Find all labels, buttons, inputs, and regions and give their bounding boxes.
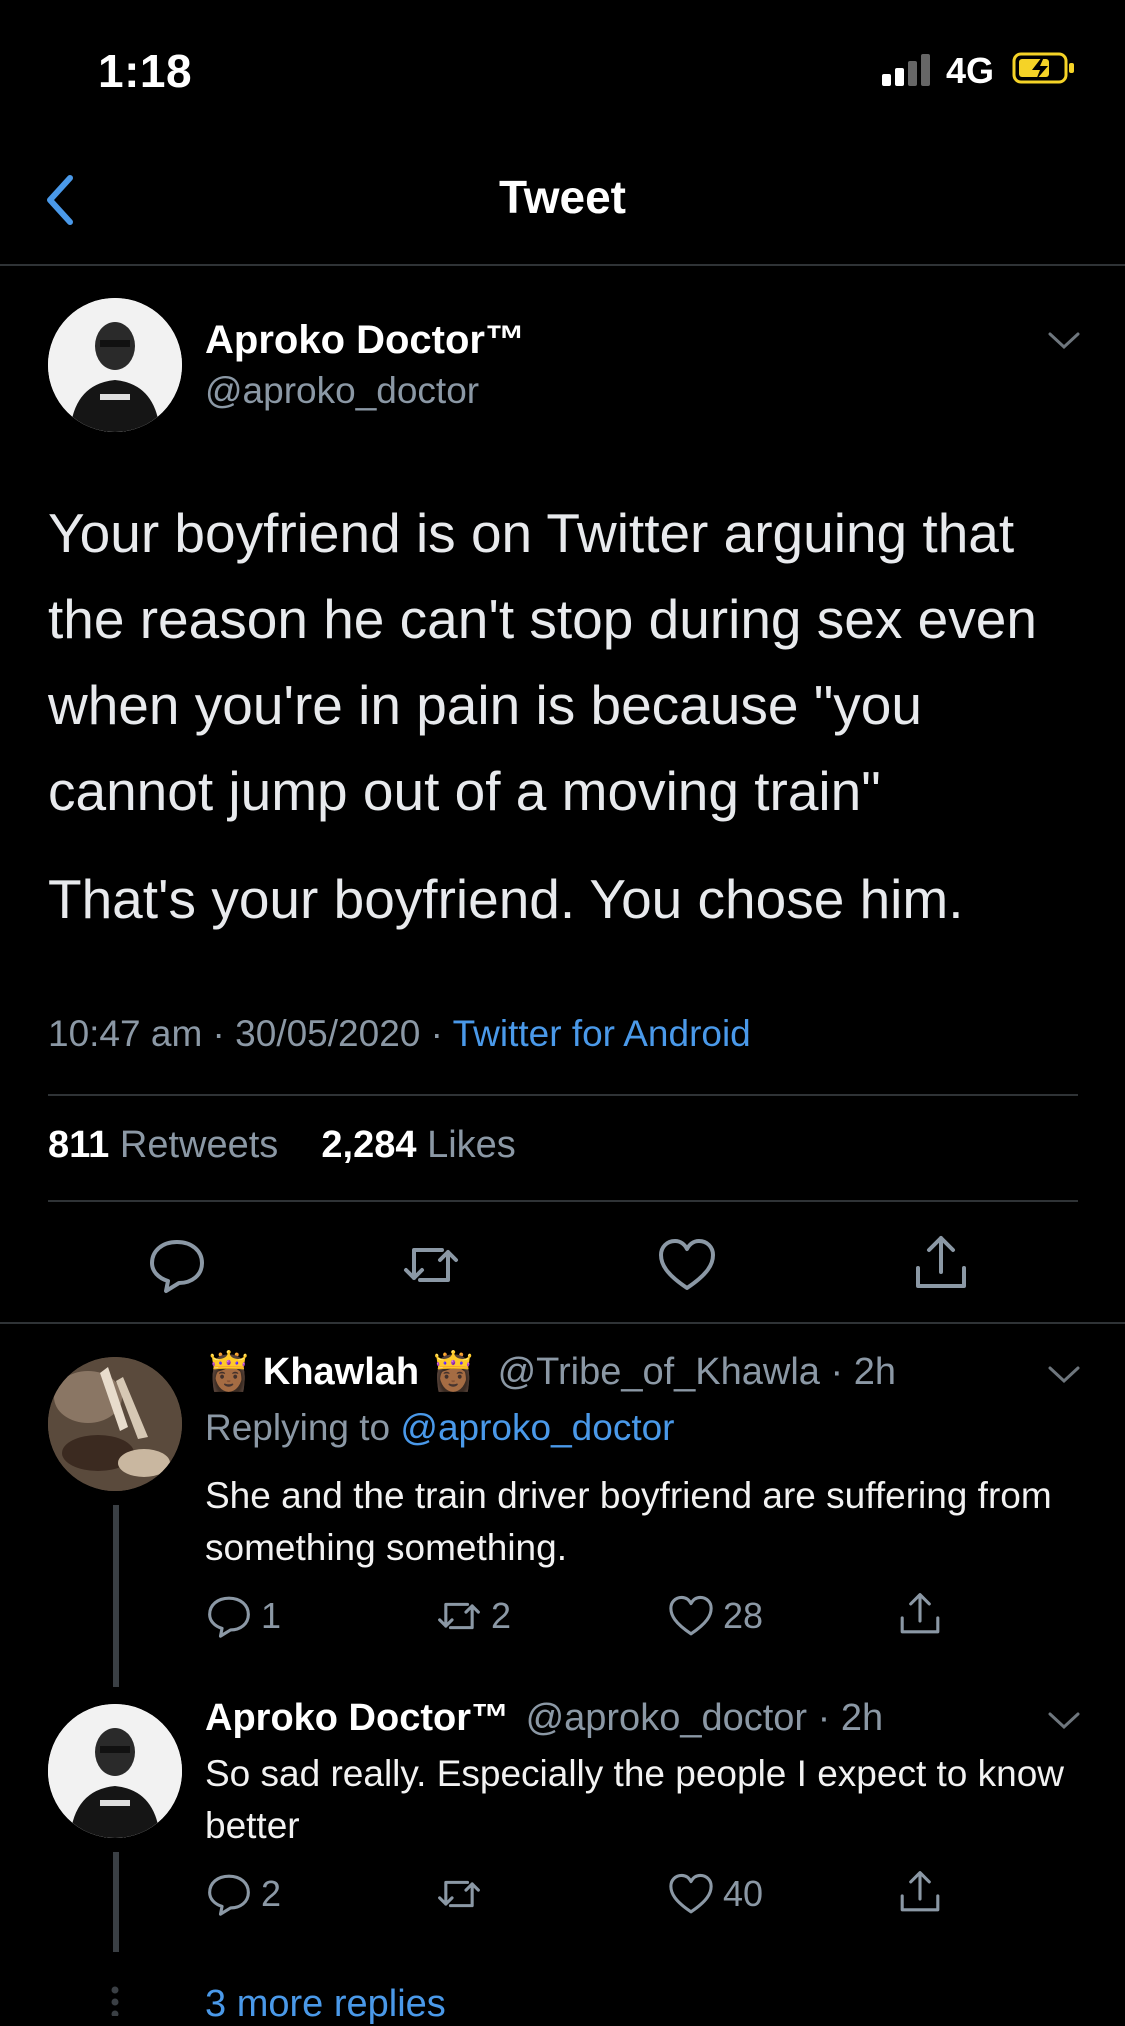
battery-icon [1012, 52, 1076, 84]
crown-emoji: 👸🏾 [205, 1351, 253, 1393]
more-dots-icon [110, 1986, 120, 2016]
retweet-count: 2 [491, 1595, 512, 1636]
avatar[interactable] [48, 298, 182, 432]
divider [48, 1094, 1078, 1096]
reply-count: 2 [261, 1873, 282, 1914]
reply-handle-time[interactable]: @aproko_doctor · 2h [526, 1697, 884, 1739]
tweet-stats: 811 Retweets 2,284 Likes [48, 1124, 516, 1167]
reply-text: So sad really. Especially the people I e… [205, 1753, 1065, 1846]
tweet-time: 10:47 am [48, 1013, 203, 1054]
tweet-meta: 10:47 am · 30/05/2020 · Twitter for Andr… [48, 1013, 751, 1054]
retweet-icon [438, 1602, 480, 1630]
signal-icon [882, 52, 934, 86]
author-name[interactable]: Aproko Doctor™ [205, 318, 525, 363]
like-action[interactable]: 28 [667, 1592, 763, 1640]
retweet-action[interactable]: 2 [435, 1592, 511, 1640]
chevron-down-icon[interactable] [1047, 330, 1081, 352]
reply-icon [208, 1874, 250, 1916]
reply-author-name[interactable]: Khawlah [263, 1351, 419, 1393]
heart-icon[interactable] [656, 1234, 718, 1296]
retweet-action[interactable] [435, 1870, 491, 1918]
thread-line [113, 1852, 119, 1952]
reply-action[interactable]: 2 [205, 1870, 281, 1918]
heart-icon [669, 1595, 713, 1636]
page-title: Tweet [499, 171, 626, 223]
reply-action[interactable]: 1 [205, 1592, 281, 1640]
thread-line [113, 1505, 119, 1687]
like-action[interactable]: 40 [667, 1870, 763, 1918]
retweet-icon [438, 1880, 480, 1908]
tweet-text: Your boyfriend is on Twitter arguing tha… [48, 490, 1088, 942]
divider [48, 1200, 1078, 1202]
reply-avatar[interactable] [48, 1357, 182, 1491]
like-count: 28 [723, 1595, 764, 1636]
chevron-down-icon[interactable] [1047, 1364, 1081, 1386]
share-icon[interactable] [910, 1232, 972, 1294]
tweet-source-link[interactable]: Twitter for Android [453, 1013, 751, 1054]
replying-to: Replying to @aproko_doctor [205, 1407, 675, 1448]
status-time: 1:18 [98, 45, 193, 97]
likes-stat[interactable]: 2,284 Likes [321, 1124, 515, 1166]
like-count: 40 [723, 1873, 764, 1914]
section-divider [0, 1322, 1125, 1324]
reply-count: 1 [261, 1595, 282, 1636]
tweet-date: 30/05/2020 [235, 1013, 421, 1054]
author-handle[interactable]: @aproko_doctor [205, 370, 479, 412]
reply-author-name[interactable]: Aproko Doctor™ [205, 1697, 509, 1739]
retweet-icon[interactable] [400, 1234, 462, 1296]
share-icon[interactable] [896, 1590, 944, 1638]
more-replies-link[interactable]: 3 more replies [205, 1983, 446, 2026]
reply-icon[interactable] [146, 1234, 208, 1296]
reply-handle-time[interactable]: @Tribe_of_Khawla · 2h [498, 1351, 896, 1393]
crown-emoji: 👸🏾 [429, 1351, 478, 1393]
heart-icon [669, 1873, 713, 1914]
header-divider [0, 264, 1125, 266]
tweet-paragraph: That's your boyfriend. You chose him. [48, 868, 964, 930]
retweets-stat[interactable]: 811 Retweets [48, 1124, 278, 1166]
reply-header: 👸🏾 Khawlah 👸🏾 @Tribe_of_Khawla · 2h [205, 1350, 896, 1394]
tweet-paragraph: Your boyfriend is on Twitter arguing tha… [48, 502, 1037, 822]
share-icon[interactable] [896, 1868, 944, 1916]
chevron-down-icon[interactable] [1047, 1710, 1081, 1732]
reply-avatar[interactable] [48, 1704, 182, 1838]
reply-icon [208, 1596, 250, 1638]
reply-header: Aproko Doctor™ @aproko_doctor · 2h [205, 1697, 883, 1740]
network-type: 4G [946, 50, 995, 91]
reply-text: She and the train driver boyfriend are s… [205, 1475, 1052, 1568]
replying-to-link[interactable]: @aproko_doctor [400, 1407, 674, 1448]
